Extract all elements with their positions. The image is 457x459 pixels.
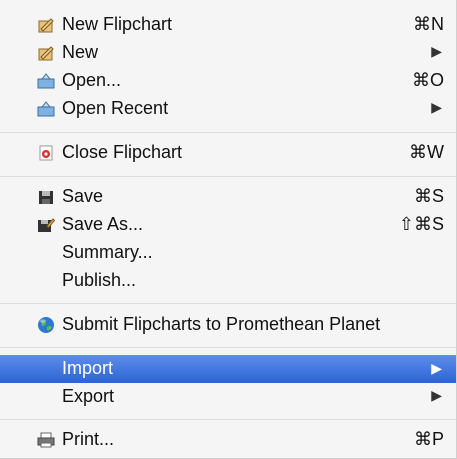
menu-item-submit-flipcharts[interactable]: Submit Flipcharts to Promethean Planet xyxy=(0,312,456,338)
menu-item-open[interactable]: Open... ⌘O xyxy=(0,68,456,94)
menu-separator xyxy=(0,132,456,133)
save-disk-icon xyxy=(39,191,53,204)
menu-separator xyxy=(0,347,456,348)
menu-separator xyxy=(0,419,456,420)
menu-item-save[interactable]: Save ⌘S xyxy=(0,184,456,210)
menu-item-publish[interactable]: Publish... xyxy=(0,268,456,294)
menu-item-save-as[interactable]: Save As... ⇧⌘S xyxy=(0,212,456,238)
submenu-arrow-icon: ▶ xyxy=(431,360,442,376)
menu-item-close-flipchart[interactable]: Close Flipchart ⌘W xyxy=(0,140,456,166)
submenu-arrow-icon: ▶ xyxy=(431,43,442,59)
close-flipchart-icon xyxy=(39,145,53,161)
menu-separator xyxy=(0,176,456,177)
flipchart-icon xyxy=(38,46,54,61)
save-as-icon xyxy=(38,218,55,232)
printer-icon xyxy=(37,432,55,448)
menu-item-import[interactable]: Import ▶ xyxy=(0,355,456,383)
globe-icon xyxy=(38,317,54,333)
submenu-arrow-icon: ▶ xyxy=(431,99,442,115)
file-menu: New Flipchart ⌘N New ▶ Open... ⌘O Open R… xyxy=(0,0,457,459)
menu-item-print[interactable]: Print... ⌘P xyxy=(0,427,456,453)
menu-item-open-recent[interactable]: Open Recent ▶ xyxy=(0,96,456,122)
submenu-arrow-icon: ▶ xyxy=(431,387,442,403)
flipchart-icon xyxy=(38,18,54,33)
menu-item-new[interactable]: New ▶ xyxy=(0,40,456,66)
open-folder-icon xyxy=(37,101,55,117)
menu-item-summary[interactable]: Summary... xyxy=(0,240,456,266)
menu-item-export[interactable]: Export ▶ xyxy=(0,384,456,410)
menu-item-new-flipchart[interactable]: New Flipchart ⌘N xyxy=(0,12,456,38)
menu-separator xyxy=(0,303,456,304)
open-folder-icon xyxy=(37,73,55,89)
